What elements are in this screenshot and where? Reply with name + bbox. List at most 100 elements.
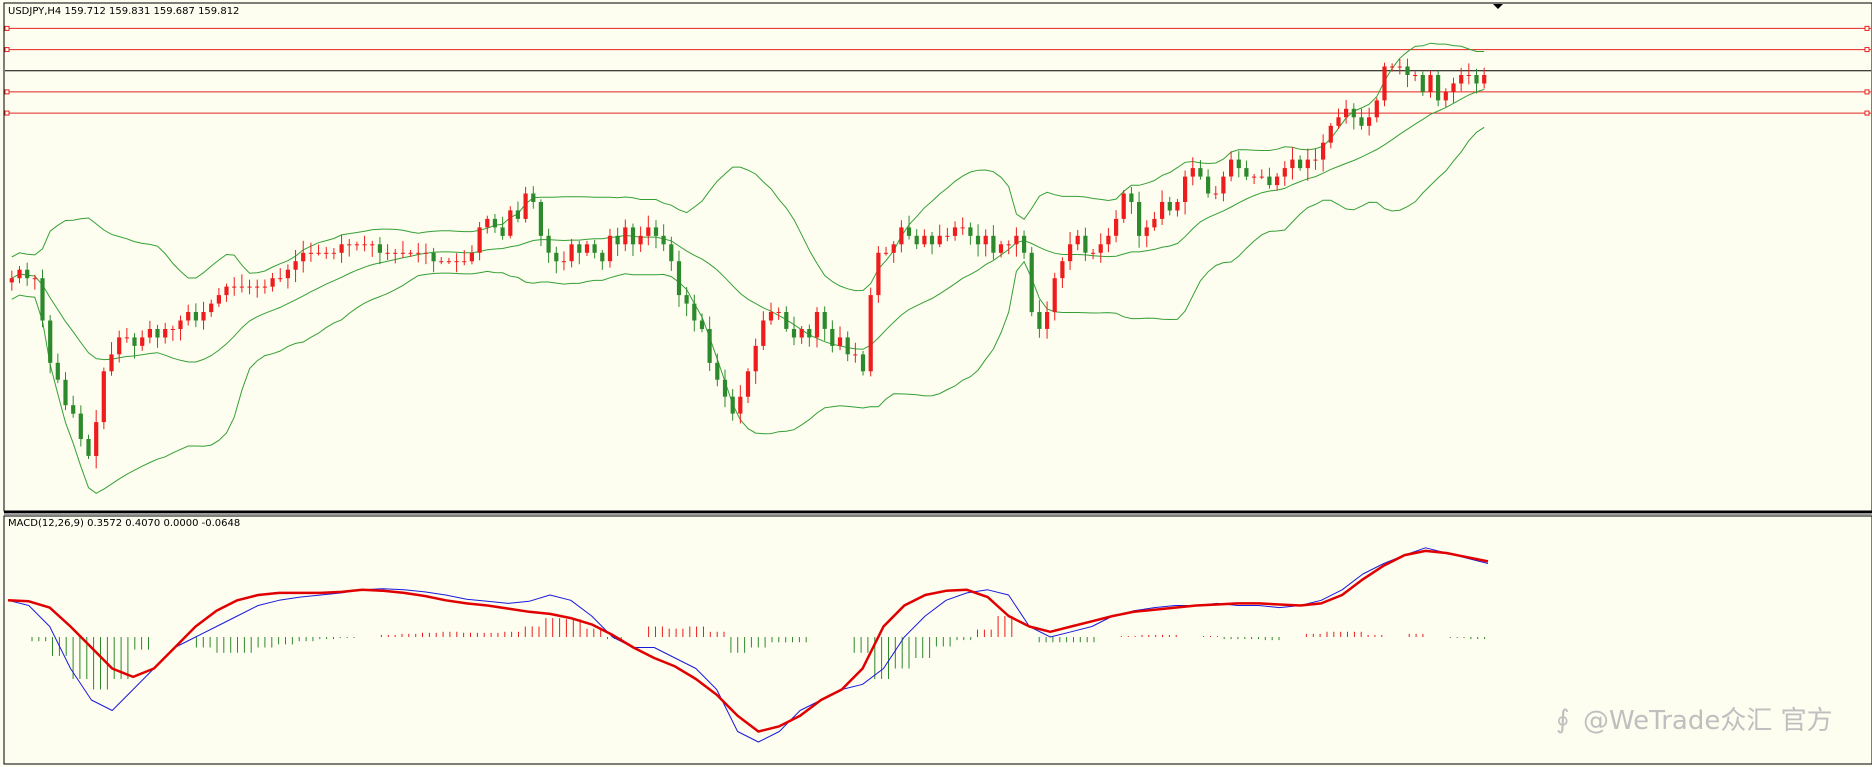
chart-title: USDJPY,H4 159.712 159.831 159.687 159.81…: [8, 6, 239, 17]
candle-body: [1313, 159, 1318, 161]
horizontal-line-handle-left[interactable]: [4, 25, 10, 31]
candle-body: [615, 235, 620, 245]
candle-body: [247, 286, 252, 288]
candle-body: [1037, 312, 1042, 329]
watermark: ∮ @WeTrade众汇 官方: [1556, 705, 1833, 736]
candle-body: [684, 295, 689, 304]
horizontal-line-handle-left[interactable]: [4, 47, 10, 53]
candle-body: [1029, 252, 1034, 313]
candle-body: [600, 252, 605, 262]
candle-body: [945, 235, 950, 237]
candle-body: [1244, 168, 1249, 177]
candle-body: [1359, 117, 1364, 126]
candle: [508, 206, 513, 239]
candle-body: [1367, 117, 1372, 126]
candle-body: [1144, 227, 1149, 236]
candle-body: [239, 286, 244, 288]
candle: [101, 367, 106, 430]
candle-body: [569, 244, 574, 262]
candle-body: [316, 252, 321, 254]
candle-body: [845, 337, 850, 355]
candle-body: [1413, 75, 1418, 76]
horizontal-line-handle-left[interactable]: [4, 89, 10, 95]
candle-body: [1083, 235, 1088, 253]
candle-body: [1466, 75, 1471, 76]
candle-body: [592, 244, 597, 253]
candle-body: [101, 371, 106, 423]
candle-body: [1282, 168, 1287, 177]
candle-body: [929, 235, 935, 245]
candle-body: [492, 218, 497, 228]
candle-body: [1482, 75, 1487, 84]
macd-title: MACD(12,26,9) 0.3572 0.4070 0.0000 -0.06…: [8, 518, 240, 529]
candle-body: [124, 337, 129, 339]
candle-body: [1229, 159, 1234, 177]
candle-body: [1152, 218, 1157, 228]
candle-body: [301, 252, 306, 262]
candle-body: [132, 337, 137, 346]
candle-body: [500, 227, 505, 236]
candle-body: [1106, 235, 1111, 245]
candle-body: [1443, 91, 1448, 101]
candle-body: [86, 439, 91, 456]
candle-body: [883, 252, 889, 254]
candle-body: [1091, 252, 1096, 254]
horizontal-line-handle-right[interactable]: [1864, 25, 1870, 31]
candle-body: [1451, 83, 1456, 92]
candle-body: [906, 227, 912, 236]
candle-body: [216, 295, 221, 304]
candle-body: [554, 252, 559, 262]
candle-body: [899, 227, 904, 245]
candle-body: [707, 329, 712, 363]
candle-body: [362, 244, 367, 246]
candle-body: [975, 235, 981, 245]
candle-body: [1305, 159, 1310, 169]
candle-body: [1259, 176, 1264, 178]
candle-body: [170, 329, 175, 330]
candle-body: [791, 329, 797, 338]
candle-body: [193, 312, 198, 321]
candle-body: [17, 269, 22, 279]
candle-body: [745, 371, 751, 397]
candle-body: [1252, 176, 1257, 178]
candle-body: [676, 261, 682, 296]
candle-body: [630, 227, 636, 245]
candle-body: [446, 261, 451, 263]
candle-body: [784, 312, 789, 329]
candle-body: [952, 227, 958, 236]
candle-body: [393, 252, 398, 254]
candle-body: [876, 252, 881, 296]
candle-body: [186, 312, 191, 321]
candle-body: [1206, 176, 1211, 194]
candle-body: [147, 329, 152, 338]
candle-body: [63, 379, 68, 406]
candle-body: [155, 329, 160, 338]
horizontal-line-handle-right[interactable]: [1864, 89, 1870, 95]
candle-body: [1321, 142, 1326, 160]
candle-body: [692, 303, 697, 321]
horizontal-line-handle-right[interactable]: [1864, 110, 1870, 116]
candle-body: [1336, 117, 1341, 126]
candle-body: [653, 227, 659, 236]
horizontal-line-handle-right[interactable]: [1864, 47, 1870, 53]
candle-body: [1459, 75, 1464, 84]
candle-body: [1175, 202, 1180, 211]
candle-body: [1436, 75, 1441, 101]
horizontal-line-handle-left[interactable]: [4, 110, 10, 116]
candle-body: [370, 244, 375, 246]
candle-body: [485, 218, 490, 228]
candle-body: [1060, 261, 1065, 279]
candle-body: [454, 261, 459, 263]
candle-body: [853, 354, 858, 356]
candle: [1382, 62, 1387, 107]
candle: [876, 246, 881, 303]
candle-body: [400, 252, 405, 254]
candle-body: [416, 252, 421, 254]
candle-body: [531, 193, 536, 202]
candle-body: [109, 354, 114, 372]
candle-body: [140, 337, 145, 346]
chart-window: USDJPY,H4 159.712 159.831 159.687 159.81…: [0, 0, 1872, 767]
candle-body: [937, 235, 942, 245]
candle-body: [1052, 278, 1057, 313]
candle-body: [1014, 235, 1019, 245]
